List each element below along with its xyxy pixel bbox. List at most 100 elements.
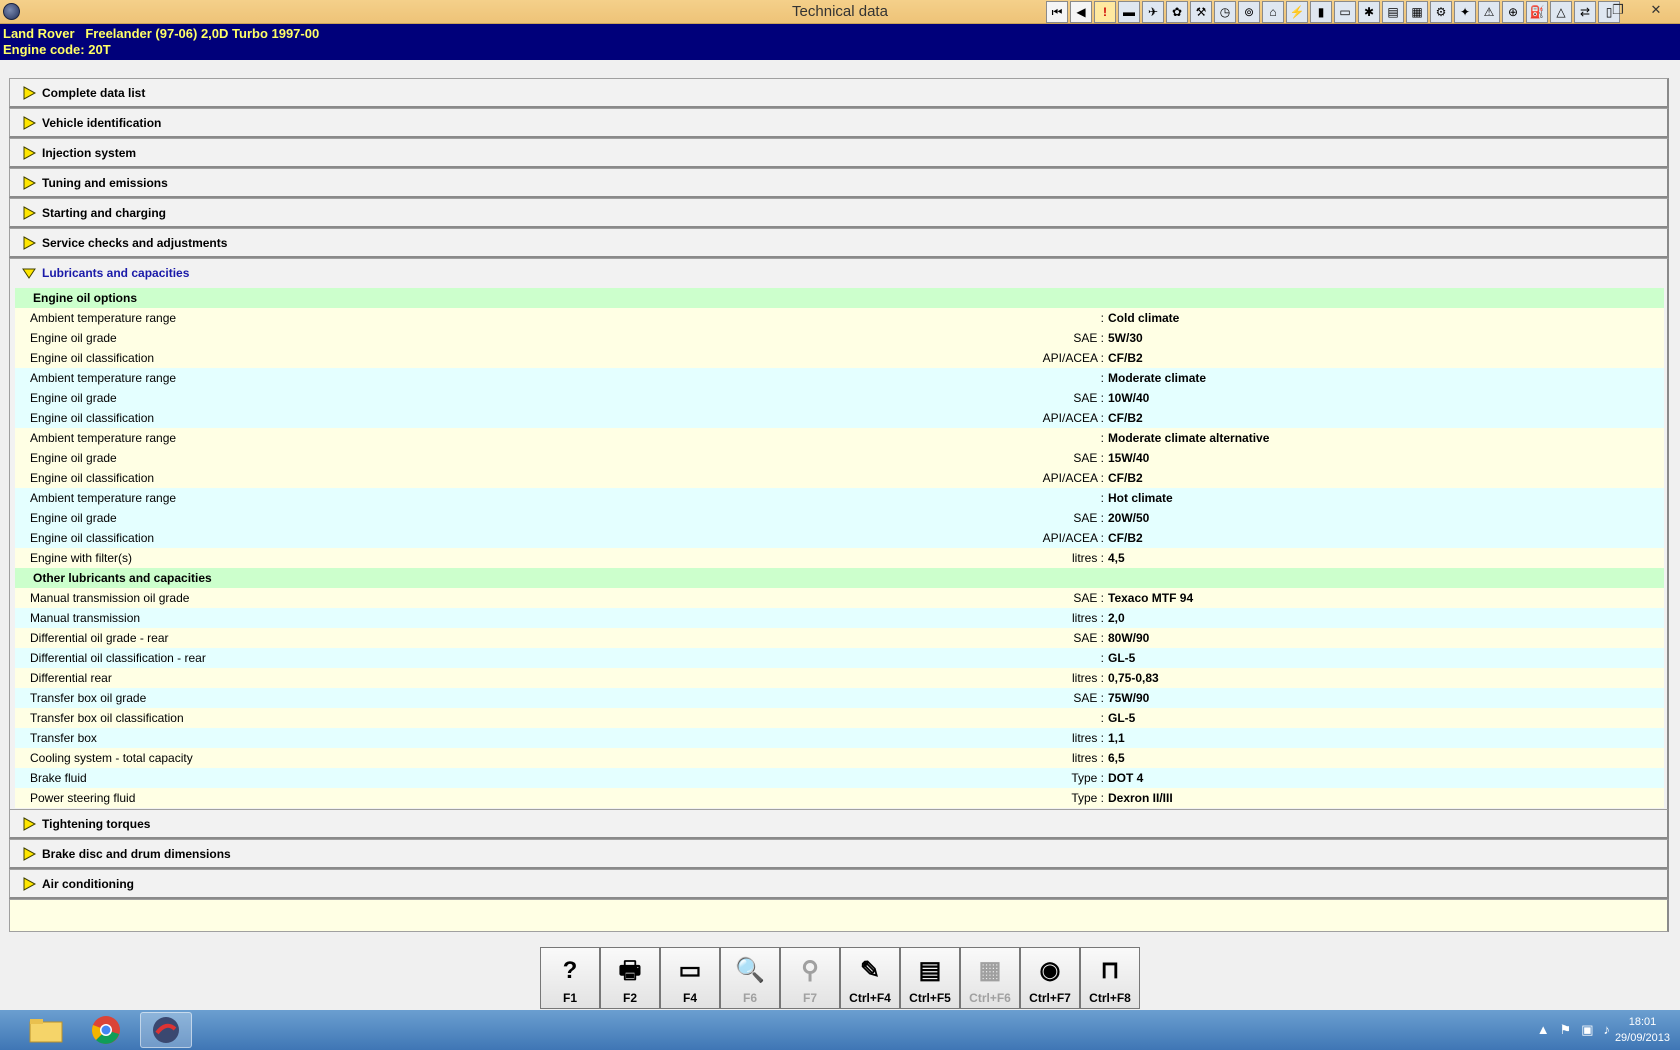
engine-icon[interactable]: ✿ [1166, 1, 1188, 23]
vehicle-model: Land Rover Freelander (97-06) 2,0D Turbo… [3, 26, 320, 41]
technical-data-app-icon[interactable] [140, 1012, 192, 1048]
section-vehicle-identification[interactable]: Vehicle identification [9, 108, 1669, 138]
fkey-label: Ctrl+F4 [849, 991, 891, 1005]
section-starting-and-charging[interactable]: Starting and charging [9, 198, 1669, 228]
clock-date: 29/09/2013 [1614, 1032, 1670, 1044]
section-label: Tuning and emissions [42, 175, 168, 190]
wrench-icon[interactable]: ⚒ [1190, 1, 1212, 23]
section-service-checks-and-adjustments[interactable]: Service checks and adjustments [9, 228, 1669, 258]
collapsed-arrow-icon [23, 846, 36, 861]
filter-icon[interactable]: ⊕ [1502, 1, 1524, 23]
warning-icon[interactable]: ! [1094, 1, 1116, 23]
tools-icon[interactable]: ⚙ [1430, 1, 1452, 23]
garage-icon[interactable]: ⌂ [1262, 1, 1284, 23]
section-label: Starting and charging [42, 205, 167, 220]
printer-icon: 🖶 [618, 957, 642, 984]
vehicle-icon[interactable]: ✈ [1142, 1, 1164, 23]
row-unit: SAE : [1073, 631, 1104, 645]
row-unit: Type : [1071, 791, 1104, 805]
fkey-f2[interactable]: 🖶 F2 [600, 947, 660, 1009]
table-row: Engine oil classification API/ACEA : CF/B2 [15, 528, 1664, 548]
fkey-f1[interactable]: ? F1 [540, 947, 600, 1009]
section-lubricants-and-capacities[interactable]: Lubricants and capacities [9, 258, 1669, 286]
table-row: Manual transmission oil grade SAE : Texaco… [15, 588, 1664, 608]
fkey-ctrl-f8[interactable]: ⊓ Ctrl+F8 [1080, 947, 1140, 1009]
section-label: Lubricants and capacities [42, 265, 190, 280]
row-unit: : [1100, 711, 1104, 725]
triangle-icon[interactable]: △ [1550, 1, 1572, 23]
title-bar: Technical data ⏮ ◀! ▬ ✈ ✿ ⚒ ◷ ⊚ ⌂ ⚡ ▮ ▭ ✱ ▤ ▦ ⚙ ✦ ⚠ ⊕ ⛽ △ ⇄ ▯ … [0, 0, 1680, 24]
row-unit: litres : [1071, 671, 1104, 685]
fkey-label: F1 [562, 991, 577, 1005]
fkey-f6[interactable]: 🔍 F6 [720, 947, 780, 1009]
section-air-conditioning[interactable]: Air conditioning [9, 869, 1669, 899]
row-unit: API/ACEA : [1042, 471, 1104, 485]
sensor-icon[interactable]: ⚡ [1286, 1, 1308, 23]
section-injection-system[interactable]: Injection system [9, 138, 1669, 168]
row-label: Engine with filter(s) [30, 551, 133, 565]
table-row: Engine oil grade SAE : 20W/50 [15, 508, 1664, 528]
section-brake-disc-and-drum-dimensions[interactable]: Brake disc and drum dimensions [9, 839, 1669, 869]
table-row: Engine oil grade SAE : 5W/30 [15, 328, 1664, 348]
car-icon[interactable]: ▭ [1334, 1, 1356, 23]
clock-time: 18:01 [1628, 1016, 1657, 1028]
fuel-icon[interactable]: ⛽ [1526, 1, 1548, 23]
fkey-ctrl-f6[interactable]: ▦ Ctrl+F6 [960, 947, 1020, 1009]
battery-icon[interactable]: ▮ [1310, 1, 1332, 23]
fkey-f7[interactable]: ⚲ F7 [780, 947, 840, 1009]
row-unit: litres : [1071, 551, 1104, 565]
clock-icon[interactable]: ◷ [1214, 1, 1236, 23]
lift-icon: ⊓ [1100, 957, 1120, 984]
fkey-label: F7 [802, 991, 817, 1005]
first-page-icon[interactable]: ⏮ [1046, 1, 1068, 23]
crash-icon[interactable]: ✱ [1358, 1, 1380, 23]
chrome-icon[interactable] [80, 1012, 132, 1048]
row-unit: : [1100, 311, 1104, 325]
fkey-ctrl-f5[interactable]: ▤ Ctrl+F5 [900, 947, 960, 1009]
row-unit: : [1100, 431, 1104, 445]
row-label: Transfer box oil classification [30, 711, 184, 725]
row-label: Engine oil grade [30, 331, 117, 345]
bus-icon[interactable]: ▤ [1382, 1, 1404, 23]
row-label: Manual transmission [30, 611, 141, 625]
previous-icon[interactable]: ◀ [1070, 1, 1092, 23]
row-value: CF/B2 [1108, 411, 1143, 425]
system-tray[interactable]: ▲⚑▣♪ [1537, 1022, 1620, 1038]
fkey-label: Ctrl+F5 [909, 991, 951, 1005]
restore-button[interactable]: ❐ [1600, 1, 1636, 21]
lightbulb-icon[interactable]: ✦ [1454, 1, 1476, 23]
row-unit: : [1100, 371, 1104, 385]
file-explorer-icon[interactable] [20, 1012, 72, 1048]
table-row: Brake fluid Type : DOT 4 [15, 768, 1664, 788]
row-value: 80W/90 [1108, 631, 1150, 645]
section-tightening-torques[interactable]: Tightening torques [9, 809, 1669, 839]
engine-code: Engine code: 20T [3, 42, 111, 57]
table-row: Differential oil grade - rear SAE : 80W/90 [15, 628, 1664, 648]
fkey-f4[interactable]: ▭ F4 [660, 947, 720, 1009]
section-complete-data-list[interactable]: Complete data list [9, 78, 1669, 108]
table-row: Engine with filter(s) litres : 4,5 [15, 548, 1664, 568]
group-header: Engine oil options [15, 288, 1664, 308]
fkey-ctrl-f4[interactable]: ✎ Ctrl+F4 [840, 947, 900, 1009]
gauge-icon[interactable]: ⊚ [1238, 1, 1260, 23]
row-label: Ambient temperature range [30, 311, 177, 325]
close-button[interactable]: ✕ [1638, 1, 1674, 21]
flag-icon[interactable]: ▬ [1118, 1, 1140, 23]
table-row: Differential oil classification - rear: G… [15, 648, 1664, 668]
clock[interactable]: 18:01 29/09/2013 [1615, 1014, 1670, 1046]
row-value: Texaco MTF 94 [1108, 591, 1194, 605]
table-row: Ambient temperature range: Cold climate [15, 308, 1664, 328]
fkey-label: Ctrl+F7 [1029, 991, 1071, 1005]
taskbar: ▲⚑▣♪ 18:01 29/09/2013 [0, 1010, 1680, 1050]
section-label: Service checks and adjustments [42, 235, 228, 250]
hazard-icon[interactable]: ⚠ [1478, 1, 1500, 23]
row-value: Cold climate [1108, 311, 1180, 325]
fkey-ctrl-f7[interactable]: ◉ Ctrl+F7 [1020, 947, 1080, 1009]
calc-icon[interactable]: ▦ [1406, 1, 1428, 23]
tow-icon[interactable]: ⇄ [1574, 1, 1596, 23]
row-value: Dexron II/III [1108, 791, 1173, 805]
collapsed-arrow-icon [23, 145, 36, 160]
row-unit: litres : [1071, 611, 1104, 625]
row-label: Differential oil classification - rear [30, 651, 206, 665]
section-tuning-and-emissions[interactable]: Tuning and emissions [9, 168, 1669, 198]
